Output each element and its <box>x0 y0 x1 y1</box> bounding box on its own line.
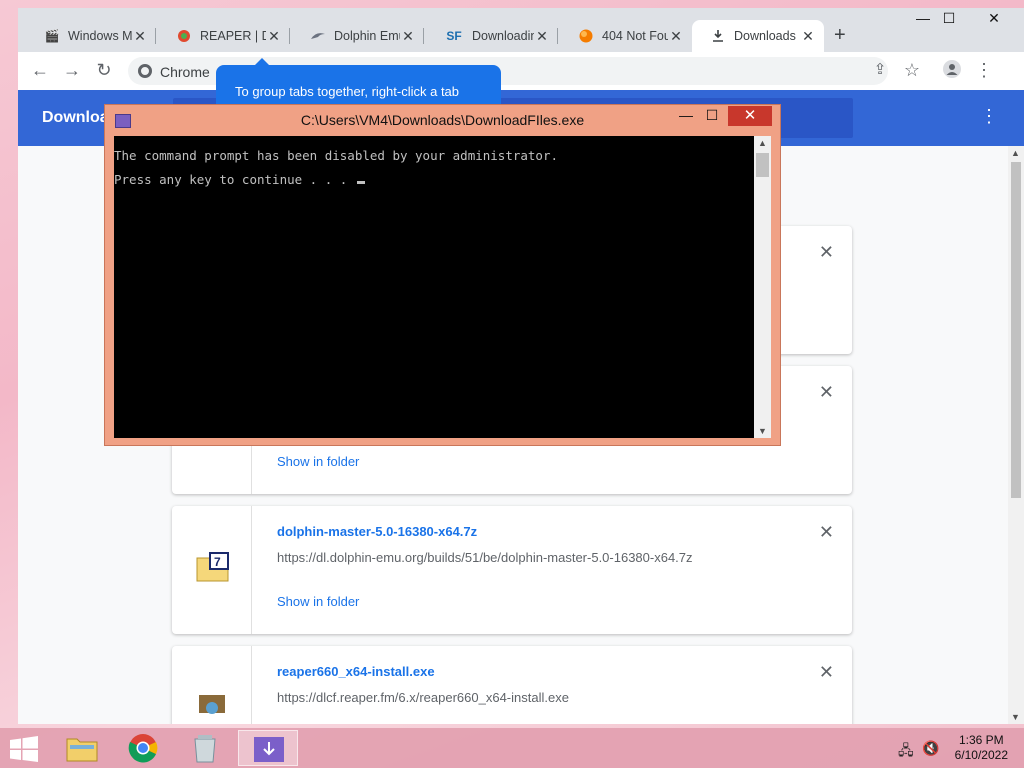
console-output[interactable]: The command prompt has been disabled by … <box>114 136 754 438</box>
scroll-up-arrow-icon[interactable]: ▲ <box>1011 148 1020 158</box>
tab-group-tooltip: To group tabs together, right-click a ta… <box>216 58 501 105</box>
download-url[interactable]: https://dl.dolphin-emu.org/builds/51/be/… <box>277 550 693 565</box>
recycle-bin-taskbar-button[interactable] <box>176 730 236 766</box>
tab-close-icon[interactable]: ✕ <box>534 28 550 45</box>
tab-downloads[interactable]: Downloads ✕ <box>692 20 824 52</box>
folder-icon <box>66 734 98 765</box>
tab-dolphin[interactable]: Dolphin Emu ✕ <box>292 20 424 52</box>
forward-icon[interactable]: → <box>60 60 84 82</box>
tab-close-icon[interactable]: ✕ <box>800 28 816 45</box>
console-maximize-button[interactable]: ☐ <box>702 107 722 127</box>
back-icon[interactable]: ← <box>28 60 52 82</box>
share-icon[interactable]: ⇪ <box>868 60 892 82</box>
profile-avatar-icon[interactable] <box>940 60 964 82</box>
console-line: Press any key to continue . . . <box>114 172 754 196</box>
omnibox-site-label: Chrome <box>160 64 210 80</box>
console-line: The command prompt has been disabled by … <box>114 148 559 163</box>
clock-time: 1:36 PM <box>958 733 1004 747</box>
remove-download-icon[interactable]: ✕ <box>819 522 834 543</box>
chrome-taskbar-button[interactable] <box>114 730 174 766</box>
7z-archive-icon: 7 <box>196 552 230 585</box>
svg-text:7: 7 <box>214 555 221 569</box>
console-taskbar-button[interactable] <box>238 730 298 766</box>
network-icon[interactable]: 🖧 <box>898 740 914 764</box>
show-in-folder-link[interactable]: Show in folder <box>277 594 359 609</box>
installer-icon <box>198 694 226 717</box>
remove-download-icon[interactable]: ✕ <box>819 242 834 263</box>
new-tab-button[interactable]: + <box>834 24 846 47</box>
tab-close-icon[interactable]: ✕ <box>668 28 684 45</box>
remove-download-icon[interactable]: ✕ <box>819 662 834 683</box>
volume-muted-icon[interactable]: 🔇 <box>922 740 939 757</box>
browser-menu-icon[interactable]: ⋮ <box>972 60 996 82</box>
system-clock[interactable]: 1:36 PM 6/10/2022 <box>955 733 1008 763</box>
chrome-icon <box>138 64 152 78</box>
scroll-down-arrow-icon[interactable]: ▼ <box>758 426 767 436</box>
browser-toolbar: ← → ↻ Chrome ⇪ ☆ ⋮ <box>18 52 1024 90</box>
tab-close-icon[interactable]: ✕ <box>400 28 416 45</box>
tab-windows-movie-maker[interactable]: 🎬 Windows Mo ✕ <box>26 20 156 52</box>
tab-close-icon[interactable]: ✕ <box>132 28 148 45</box>
scroll-down-arrow-icon[interactable]: ▼ <box>1011 712 1020 722</box>
show-in-folder-link[interactable]: Show in folder <box>277 454 359 469</box>
chrome-icon <box>128 733 158 766</box>
download-folder-icon <box>253 735 285 766</box>
reaper-icon <box>176 28 192 44</box>
window-close-button[interactable]: ✕ <box>979 10 1009 32</box>
taskbar: 🖧 🔇 1:36 PM 6/10/2022 <box>0 728 1024 768</box>
console-minimize-button[interactable]: — <box>676 107 696 127</box>
console-close-button[interactable]: ✕ <box>728 106 772 126</box>
clock-date: 6/10/2022 <box>954 748 1008 762</box>
tooltip-text: To group tabs together, right-click a ta… <box>235 84 460 99</box>
download-url[interactable]: https://dlcf.reaper.fm/6.x/reaper660_x64… <box>277 690 569 705</box>
text-cursor <box>356 181 365 184</box>
recycle-bin-icon <box>192 733 218 766</box>
clapper-icon: 🎬 <box>44 29 60 43</box>
download-item: 7 dolphin-master-5.0-16380-x64.7z https:… <box>172 506 852 634</box>
tab-404[interactable]: 404 Not Fou ✕ <box>560 20 692 52</box>
reload-icon[interactable]: ↻ <box>92 60 116 82</box>
scrollbar-thumb[interactable] <box>756 153 769 177</box>
dolphin-icon <box>310 28 326 44</box>
file-explorer-taskbar-button[interactable] <box>52 730 112 766</box>
download-icon <box>710 28 726 44</box>
download-item: reaper660_x64-install.exe https://dlcf.r… <box>172 646 852 724</box>
remove-download-icon[interactable]: ✕ <box>819 382 834 403</box>
orange-circle-icon <box>578 28 594 44</box>
scroll-up-arrow-icon[interactable]: ▲ <box>758 138 767 148</box>
sf-icon: SF <box>446 29 462 43</box>
tab-sourceforge[interactable]: SF Downloading ✕ <box>426 20 558 52</box>
window-maximize-button[interactable]: ☐ <box>934 10 964 32</box>
start-button[interactable] <box>10 736 38 765</box>
console-scrollbar[interactable]: ▲ ▼ <box>754 136 771 438</box>
scrollbar-thumb[interactable] <box>1011 162 1021 498</box>
download-filename[interactable]: reaper660_x64-install.exe <box>277 664 435 679</box>
download-filename[interactable]: dolphin-master-5.0-16380-x64.7z <box>277 524 477 539</box>
tab-reaper[interactable]: REAPER | Do ✕ <box>158 20 290 52</box>
downloads-menu-icon[interactable]: ⋮ <box>980 106 998 127</box>
tab-close-icon[interactable]: ✕ <box>266 28 282 45</box>
tab-strip: 🎬 Windows Mo ✕ REAPER | Do ✕ Dolphin Emu… <box>18 20 1024 52</box>
page-scrollbar[interactable]: ▲ ▼ <box>1008 146 1024 724</box>
console-window: C:\Users\VM4\Downloads\DownloadFIles.exe… <box>104 104 781 446</box>
bookmark-star-icon[interactable]: ☆ <box>900 60 924 82</box>
